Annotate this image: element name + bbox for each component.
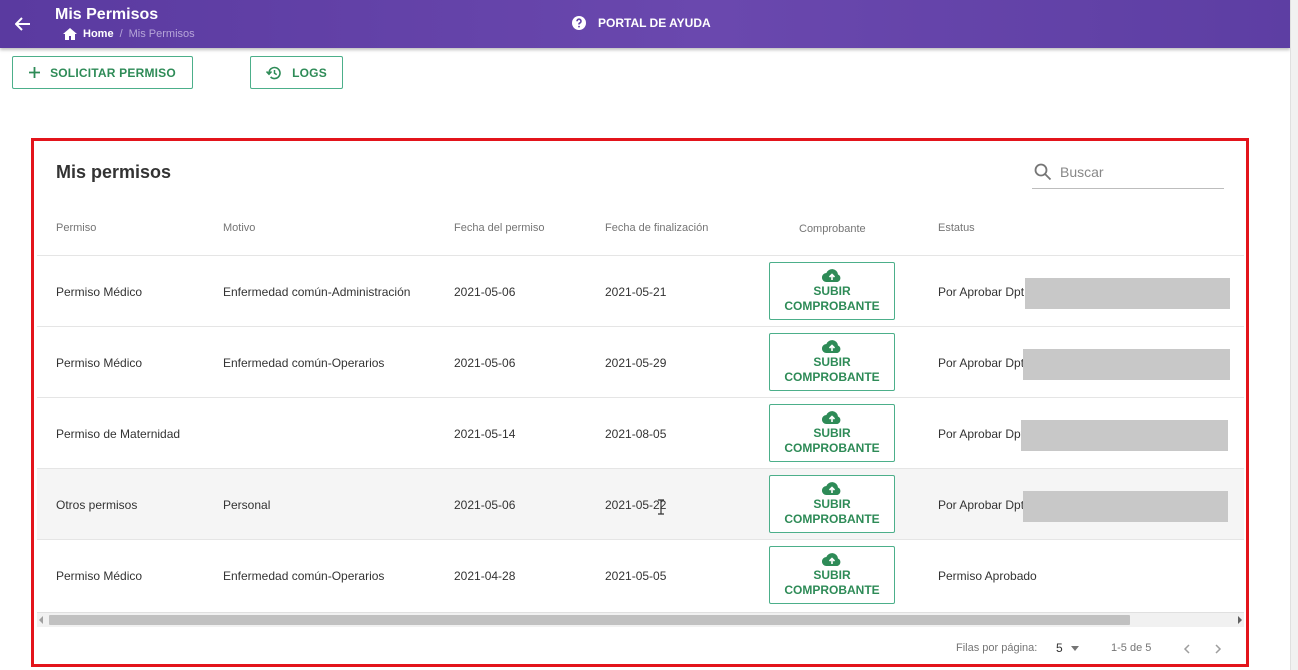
upload-label-line1: SUBIR — [813, 425, 851, 440]
upload-label-line2: COMPROBANTE — [784, 298, 880, 313]
arrow-left-icon — [15, 17, 30, 31]
logs-button[interactable]: LOGS — [250, 56, 343, 89]
cell-fecha-finalizacion: 2021-05-21 — [605, 285, 667, 299]
cell-permiso: Permiso Médico — [56, 285, 143, 299]
cell-fecha-permiso: 2021-05-06 — [454, 356, 516, 370]
search-field[interactable] — [1032, 156, 1224, 189]
upload-receipt-button[interactable]: SUBIR COMPROBANTE — [769, 475, 895, 533]
column-header-fecha-permiso[interactable]: Fecha del permiso — [454, 222, 545, 234]
cell-permiso: Otros permisos — [56, 498, 138, 512]
request-permission-label: SOLICITAR PERMISO — [50, 65, 176, 80]
history-icon — [266, 66, 281, 79]
column-header-motivo[interactable]: Motivo — [223, 222, 255, 234]
home-icon — [63, 28, 77, 40]
upload-label-line2: COMPROBANTE — [784, 440, 880, 455]
redacted-block — [1021, 420, 1228, 451]
column-header-comprobante[interactable]: Comprobante — [799, 223, 866, 235]
app-header: Mis Permisos Home / Mis Permisos PORTAL … — [0, 0, 1290, 48]
help-portal-label: PORTAL DE AYUDA — [598, 16, 711, 30]
previous-page-button[interactable] — [1178, 640, 1196, 658]
cell-fecha-permiso: 2021-05-14 — [454, 427, 516, 441]
upload-label-line1: SUBIR — [813, 283, 851, 298]
breadcrumb: Home / Mis Permisos — [63, 28, 195, 40]
upload-label-line2: COMPROBANTE — [784, 511, 880, 526]
redacted-block — [1023, 349, 1230, 380]
scrollbar-thumb[interactable] — [49, 615, 1130, 625]
page-title: Mis Permisos — [55, 6, 159, 23]
upload-receipt-button[interactable]: SUBIR COMPROBANTE — [769, 333, 895, 391]
cell-estatus: Por Aprobar Dpt — [938, 427, 1025, 441]
redacted-block — [1025, 278, 1230, 309]
scroll-left-arrow[interactable] — [39, 616, 43, 624]
chevron-right-icon — [1215, 644, 1222, 654]
cell-fecha-permiso: 2021-05-06 — [454, 285, 516, 299]
window-edge — [1290, 0, 1298, 670]
cell-motivo: Personal — [223, 498, 271, 512]
breadcrumb-home[interactable]: Home — [63, 28, 114, 40]
chevron-down-icon — [1070, 645, 1079, 651]
cloud-upload-icon — [822, 481, 841, 495]
cell-fecha-permiso: 2021-04-28 — [454, 569, 516, 583]
cell-motivo: Enfermedad común-Operarios — [223, 356, 385, 370]
redacted-block — [1023, 491, 1228, 522]
search-input[interactable] — [1060, 164, 1220, 180]
text-cursor-icon — [658, 499, 664, 515]
table-row[interactable]: Permiso Médico Enfermedad común-Administ… — [37, 255, 1244, 326]
column-header-permiso[interactable]: Permiso — [56, 222, 96, 234]
rows-per-page-label: Filas por página: — [956, 642, 1038, 654]
cell-fecha-finalizacion: 2021-05-05 — [605, 569, 667, 583]
upload-label-line1: SUBIR — [813, 496, 851, 511]
logs-label: LOGS — [292, 65, 327, 80]
table-row[interactable]: Permiso Médico Enfermedad común-Operario… — [37, 326, 1244, 397]
search-icon — [1034, 163, 1052, 181]
next-page-button[interactable] — [1209, 640, 1227, 658]
cell-estatus: Por Aprobar Dpt — [938, 498, 1025, 512]
card-title: Mis permisos — [56, 162, 172, 182]
back-button[interactable] — [10, 12, 36, 36]
horizontal-scrollbar[interactable] — [37, 612, 1244, 627]
plus-icon — [29, 67, 41, 78]
upload-receipt-button[interactable]: SUBIR COMPROBANTE — [769, 546, 895, 604]
cloud-upload-icon — [822, 552, 841, 566]
help-circle-icon — [572, 16, 586, 30]
cell-estatus: Por Aprobar Dpt — [938, 285, 1025, 299]
request-permission-button[interactable]: SOLICITAR PERMISO — [12, 56, 193, 89]
upload-label-line1: SUBIR — [813, 354, 851, 369]
cell-estatus: Permiso Aprobado — [938, 569, 1037, 583]
column-header-fecha-finalizacion[interactable]: Fecha de finalización — [605, 222, 708, 234]
rows-per-page-select[interactable]: 5 — [1056, 641, 1079, 655]
upload-receipt-button[interactable]: SUBIR COMPROBANTE — [769, 404, 895, 462]
upload-receipt-button[interactable]: SUBIR COMPROBANTE — [769, 262, 895, 320]
cell-permiso: Permiso Médico — [56, 356, 143, 370]
page-range-label: 1-5 de 5 — [1111, 642, 1152, 654]
cell-permiso: Permiso Médico — [56, 569, 143, 583]
breadcrumb-home-label: Home — [83, 28, 114, 40]
table-row[interactable]: Otros permisos Personal 2021-05-06 2021-… — [37, 468, 1244, 539]
upload-label-line2: COMPROBANTE — [784, 582, 880, 597]
cloud-upload-icon — [822, 410, 841, 424]
cell-permiso: Permiso de Maternidad — [56, 427, 181, 441]
cell-motivo: Enfermedad común-Operarios — [223, 569, 385, 583]
cell-fecha-finalizacion: 2021-08-05 — [605, 427, 667, 441]
breadcrumb-separator: / — [119, 28, 123, 40]
table-row[interactable]: Permiso de Maternidad 2021-05-14 2021-08… — [37, 397, 1244, 468]
upload-label-line2: COMPROBANTE — [784, 369, 880, 384]
cloud-upload-icon — [822, 339, 841, 353]
cloud-upload-icon — [822, 268, 841, 282]
cell-fecha-finalizacion: 2021-05-29 — [605, 356, 667, 370]
chevron-left-icon — [1183, 644, 1190, 654]
help-portal-link[interactable]: PORTAL DE AYUDA — [572, 16, 711, 30]
column-header-estatus[interactable]: Estatus — [938, 222, 975, 234]
upload-label-line1: SUBIR — [813, 567, 851, 582]
breadcrumb-current: Mis Permisos — [128, 28, 195, 40]
table-row[interactable]: Permiso Médico Enfermedad común-Operario… — [37, 539, 1244, 610]
scroll-right-arrow[interactable] — [1238, 616, 1242, 624]
cell-motivo: Enfermedad común-Administración — [223, 285, 411, 299]
cell-fecha-permiso: 2021-05-06 — [454, 498, 516, 512]
cell-estatus: Por Aprobar Dpt — [938, 356, 1025, 370]
rows-per-page-value: 5 — [1056, 641, 1063, 655]
